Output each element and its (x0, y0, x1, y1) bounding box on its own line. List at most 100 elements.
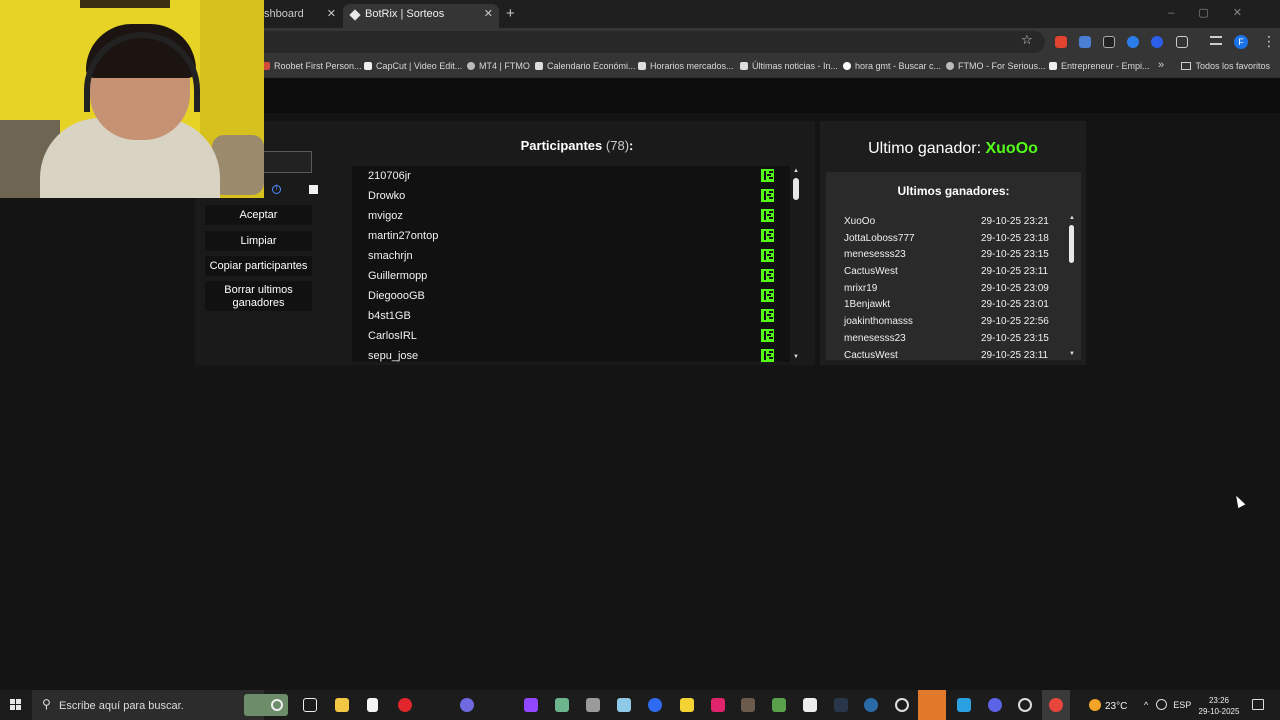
language-indicator[interactable]: ESP (1173, 700, 1191, 710)
bookmark-star-icon[interactable]: ☆ (1021, 32, 1033, 48)
all-bookmarks-folder[interactable]: Todos los favoritos (1181, 61, 1270, 71)
delete-last-winners-button[interactable]: Borrar ultimos ganadores (205, 281, 312, 311)
app-icon[interactable] (586, 698, 600, 712)
app-icon[interactable] (834, 698, 848, 712)
minecraft-icon[interactable] (772, 698, 786, 712)
address-bar[interactable] (240, 31, 1045, 53)
extension-icon[interactable] (1055, 36, 1067, 48)
participants-scrollbar[interactable]: ▲ ▼ (790, 166, 802, 362)
zoom-icon[interactable] (648, 698, 662, 712)
cortana-icon[interactable] (271, 699, 283, 711)
app-icon[interactable] (741, 698, 755, 712)
option-checkbox[interactable] (309, 185, 318, 194)
taskbar-search[interactable]: ⚲ Escribe aquí para buscar. (32, 690, 288, 720)
profile-avatar[interactable]: F (1234, 35, 1248, 49)
bookmark-item[interactable]: MT4 | FTMO (467, 61, 530, 71)
scroll-down-icon[interactable]: ▼ (793, 354, 799, 360)
last-winner-label: Ultimo ganador: (868, 140, 982, 157)
winner-date: 29-10-25 22:56 (981, 316, 1049, 328)
bookmark-item[interactable]: FTMO - For Serious... (946, 61, 1046, 71)
app-icon[interactable] (957, 698, 971, 712)
tiktok-icon[interactable] (711, 698, 725, 712)
close-icon[interactable]: ✕ (484, 4, 493, 24)
window-controls[interactable]: –▢✕ (1168, 6, 1266, 19)
bookmark-label: MT4 | FTMO (479, 61, 530, 71)
info-icon[interactable]: i (272, 185, 281, 194)
bookmark-item[interactable]: Roobet First Person... (262, 61, 362, 71)
settings-gear-icon[interactable] (895, 698, 909, 712)
translate-extension-icon[interactable] (1079, 36, 1091, 48)
app-icon[interactable] (1018, 698, 1032, 712)
reading-list-icon[interactable] (1210, 36, 1222, 45)
twitch-icon[interactable] (524, 698, 538, 712)
recent-winners-scrollbar[interactable]: ▲ ▼ (1066, 213, 1078, 359)
more-bookmarks-chevron-icon[interactable]: » (1158, 59, 1164, 71)
close-icon[interactable]: ✕ (327, 4, 336, 24)
chrome-icon[interactable] (1049, 698, 1063, 712)
copy-participants-button[interactable]: Copiar participantes (205, 256, 312, 276)
bookmark-item[interactable]: Calendario Económi... (535, 61, 636, 71)
bookmark-item[interactable]: CapCut | Video Edit... (364, 61, 462, 71)
opera-icon[interactable] (398, 698, 412, 712)
more-menu-icon[interactable]: ⋮ (1262, 33, 1276, 50)
system-tray[interactable]: ^ ESP (1144, 699, 1191, 710)
scrollbar-thumb[interactable] (793, 178, 799, 200)
winner-name: 1Benjawkt (844, 299, 891, 311)
clear-button[interactable]: Limpiar (205, 231, 312, 251)
tab-title: BotRix | Sorteos (365, 8, 445, 20)
winner-row: 1Benjawkt 29-10-25 23:01 (844, 297, 1056, 314)
bookmark-item[interactable]: hora gmt - Buscar c... (843, 61, 941, 71)
windows-start-icon[interactable] (10, 699, 22, 711)
keyword-input[interactable] (262, 151, 312, 173)
notepad-icon[interactable] (367, 698, 378, 712)
tab-botrix-sorteos[interactable]: BotRix | Sorteos ✕ (343, 4, 499, 28)
winner-date: 29-10-25 23:11 (981, 266, 1049, 278)
bookmark-item[interactable]: Entrepreneur - Empi... (1049, 61, 1150, 71)
scroll-up-icon[interactable]: ▲ (1069, 215, 1075, 221)
clock-date: 29-10-2025 (1198, 707, 1240, 716)
entrepreneur-icon (1049, 62, 1057, 70)
network-globe-icon[interactable] (1156, 699, 1168, 710)
participant-row: CarlosIRL (352, 326, 790, 346)
kick-icon (761, 229, 774, 242)
extensions-puzzle-icon[interactable] (1176, 36, 1188, 48)
participant-name: smachrjn (368, 250, 413, 262)
participants-heading: Participantes (78): (352, 138, 802, 153)
active-app-highlight[interactable] (918, 690, 946, 720)
weather-widget[interactable]: 23°C (1089, 699, 1127, 712)
participants-colon: : (629, 138, 634, 153)
google-icon (843, 62, 851, 70)
copilot-icon[interactable] (460, 698, 474, 712)
extension-icon[interactable] (1103, 36, 1115, 48)
bookmark-item[interactable]: Últimas noticias - In... (740, 61, 838, 71)
bookmark-item[interactable]: Horarios mercados... (638, 61, 734, 71)
app-icon[interactable] (555, 698, 569, 712)
bookmark-label: hora gmt - Buscar c... (855, 61, 942, 71)
scroll-down-icon[interactable]: ▼ (1069, 351, 1075, 357)
participants-title: Participantes (520, 138, 603, 153)
participants-list[interactable]: 210706jr Drowko mvigoz martin27ontop sma… (352, 166, 790, 362)
steam-icon[interactable] (864, 698, 878, 712)
kick-icon (761, 169, 774, 182)
new-tab-button[interactable]: + (506, 5, 515, 22)
file-explorer-icon[interactable] (335, 698, 349, 712)
scrollbar-thumb[interactable] (1069, 225, 1074, 263)
participant-name: CarlosIRL (368, 330, 417, 342)
accept-button[interactable]: Aceptar (205, 205, 312, 225)
notifications-icon[interactable] (1252, 699, 1264, 710)
recent-winners-list[interactable]: XuoOo 29-10-25 23:21 JottaLoboss777 29-10-… (844, 214, 1056, 360)
last-winner: Ultimo ganador: XuoOo (820, 140, 1086, 158)
clock[interactable]: 23:26 29-10-2025 (1198, 695, 1240, 717)
bookmark-label: Últimas noticias - In... (752, 61, 839, 71)
chevron-up-icon[interactable]: ^ (1144, 700, 1148, 710)
kick-icon (761, 249, 774, 262)
sticky-notes-icon[interactable] (680, 698, 694, 712)
task-view-icon[interactable] (303, 698, 317, 712)
discord-icon[interactable] (988, 698, 1002, 712)
extension-icon[interactable] (1127, 36, 1139, 48)
app-icon[interactable] (617, 698, 631, 712)
extension-icon[interactable] (1151, 36, 1163, 48)
scroll-up-icon[interactable]: ▲ (793, 168, 799, 174)
participant-row: mvigoz (352, 206, 790, 226)
capcut-icon[interactable] (803, 698, 817, 712)
